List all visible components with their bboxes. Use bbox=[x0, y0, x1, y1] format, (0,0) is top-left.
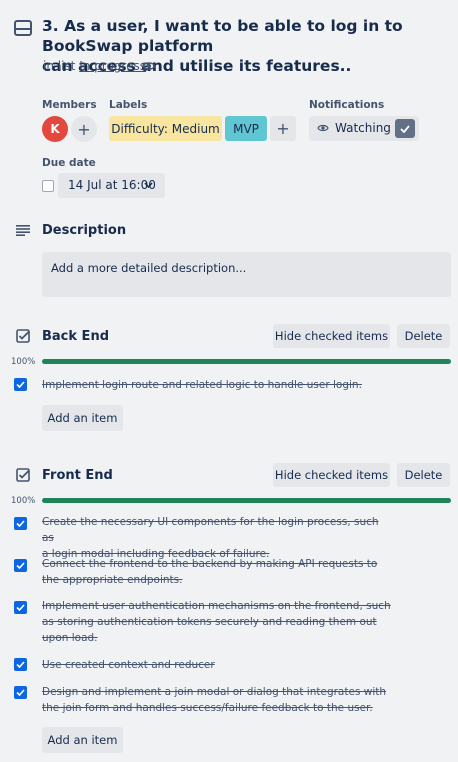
hide-checked-items-button[interactable]: Hide checked items bbox=[273, 463, 390, 487]
card-detail-panel: 3. As a user, I want to be able to log i… bbox=[0, 0, 458, 762]
checklist-item-text[interactable]: Connect the frontend to the backend by m… bbox=[42, 556, 392, 588]
checklist-title[interactable]: Back End bbox=[42, 329, 109, 344]
description-editor[interactable]: Add a more detailed description... bbox=[42, 252, 451, 297]
description-icon bbox=[16, 225, 30, 236]
add-label-button[interactable]: + bbox=[270, 116, 296, 141]
watch-label: Watching bbox=[335, 121, 391, 135]
checklist-item-text[interactable]: Use created context and reducer bbox=[42, 657, 392, 673]
eye-icon bbox=[142, 62, 156, 70]
checklist-progress-percent: 100% bbox=[11, 357, 36, 367]
checklist-item-text[interactable]: Design and implement a join modal or dia… bbox=[42, 684, 392, 716]
label-mvp[interactable]: MVP bbox=[225, 116, 267, 141]
checklist-icon bbox=[16, 468, 30, 482]
checklist-title[interactable]: Front End bbox=[42, 468, 113, 483]
checklist-item-checkbox[interactable] bbox=[14, 601, 27, 614]
checklist-item-checkbox[interactable] bbox=[14, 658, 27, 671]
description-placeholder: Add a more detailed description... bbox=[51, 261, 247, 275]
checklist-progress-bar bbox=[42, 359, 451, 364]
description-title: Description bbox=[42, 223, 127, 238]
checklist-item-checkbox[interactable] bbox=[14, 517, 27, 530]
due-date-value: 14 Jul at 16:00 bbox=[68, 178, 156, 192]
due-date-checkbox[interactable] bbox=[42, 180, 54, 192]
card-icon bbox=[14, 20, 32, 36]
watch-button[interactable]: Watching bbox=[309, 116, 419, 141]
in-list-prefix: in list bbox=[43, 59, 76, 73]
delete-checklist-button[interactable]: Delete bbox=[397, 463, 450, 487]
checklist-item-text[interactable]: Implement login route and related logic … bbox=[42, 377, 392, 393]
checklist-progress-fill bbox=[42, 498, 451, 503]
label-difficulty[interactable]: Difficulty: Medium bbox=[109, 116, 222, 141]
checklist-progress-bar bbox=[42, 498, 451, 503]
add-item-button[interactable]: Add an item bbox=[42, 405, 123, 431]
checklist-progress-fill bbox=[42, 359, 451, 364]
checklist-item-text[interactable]: Implement user authentication mechanisms… bbox=[42, 598, 392, 646]
add-member-button[interactable]: + bbox=[71, 116, 97, 142]
hide-checked-items-button[interactable]: Hide checked items bbox=[273, 324, 390, 348]
delete-checklist-button[interactable]: Delete bbox=[397, 324, 450, 348]
list-breadcrumb: in list In progress bbox=[43, 59, 146, 73]
due-date-label: Due date bbox=[42, 157, 96, 169]
checklist-item-checkbox[interactable] bbox=[14, 378, 27, 391]
notifications-label: Notifications bbox=[309, 99, 385, 111]
checklist-item-checkbox[interactable] bbox=[14, 559, 27, 572]
members-label: Members bbox=[42, 99, 97, 111]
checklist-item-checkbox[interactable] bbox=[14, 686, 27, 699]
labels-label: Labels bbox=[109, 99, 148, 111]
due-date-button[interactable]: 14 Jul at 16:00 bbox=[58, 173, 165, 198]
chevron-down-icon bbox=[144, 182, 153, 188]
checklist-icon bbox=[16, 329, 30, 343]
checklist-item-text[interactable]: Create the necessary UI components for t… bbox=[42, 514, 392, 562]
eye-icon bbox=[317, 124, 329, 132]
avatar[interactable]: K bbox=[42, 116, 68, 142]
add-item-button[interactable]: Add an item bbox=[42, 727, 123, 753]
checklist-progress-percent: 100% bbox=[11, 496, 36, 506]
check-icon bbox=[395, 119, 415, 138]
list-link[interactable]: In progress bbox=[79, 59, 146, 73]
